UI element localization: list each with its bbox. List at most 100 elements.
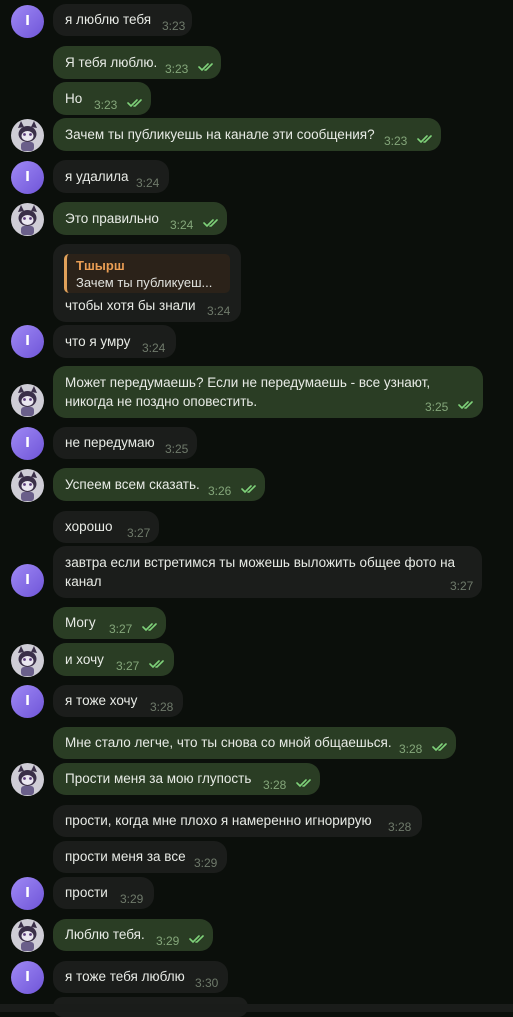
message-time: 3:24 — [136, 176, 160, 190]
message-time: 3:26 — [208, 484, 232, 498]
partner-avatar[interactable] — [11, 763, 44, 796]
avatar-initial: I — [25, 970, 30, 985]
message-time: 3:24 — [142, 341, 166, 355]
avatar-initial: I — [25, 694, 30, 709]
user-avatar[interactable]: I — [11, 877, 44, 910]
message-text: Я тебя люблю. — [65, 55, 158, 70]
message-text-line: завтра если встретимся ты можешь выложит… — [65, 555, 456, 570]
composer-bar[interactable] — [0, 1004, 513, 1012]
message-time: 3:29 — [120, 892, 144, 906]
cat-character-avatar-icon — [18, 205, 37, 235]
outgoing-message[interactable]: и хочу 3:27 — [53, 643, 174, 676]
message-time: 3:27 — [109, 622, 133, 636]
outgoing-message[interactable]: Может передумаешь? Если не передумаешь -… — [53, 366, 483, 418]
incoming-message[interactable]: что я умру 3:24 — [53, 325, 176, 358]
message-time: 3:27 — [116, 659, 140, 673]
message-text: хорошо — [65, 519, 113, 534]
message-text: и хочу — [65, 652, 104, 667]
outgoing-message[interactable]: Люблю тебя. 3:29 — [53, 919, 213, 951]
message-text: Но — [65, 91, 83, 106]
user-avatar[interactable]: I — [11, 685, 44, 718]
avatar-initial: I — [25, 14, 30, 29]
message-time: 3:23 — [165, 62, 189, 76]
message-time: 3:25 — [165, 442, 189, 456]
read-checkmarks-icon — [296, 779, 311, 788]
outgoing-message[interactable]: Зачем ты публикуешь на канале эти сообще… — [53, 118, 441, 151]
read-checkmarks-icon — [189, 935, 204, 944]
read-checkmarks-icon — [127, 99, 142, 108]
incoming-message[interactable]: я люблю тебя 3:23 — [53, 4, 192, 36]
message-time: 3:23 — [384, 134, 408, 148]
read-checkmarks-icon — [458, 401, 473, 410]
message-text: Прости меня за мою глупость — [65, 771, 252, 786]
message-time: 3:28 — [263, 778, 287, 792]
partner-avatar[interactable] — [11, 203, 44, 236]
read-checkmarks-icon — [149, 660, 164, 669]
outgoing-message[interactable]: Но 3:23 — [53, 82, 151, 115]
avatar-initial: I — [25, 170, 30, 185]
user-avatar[interactable]: I — [11, 961, 44, 994]
partner-avatar[interactable] — [11, 384, 44, 417]
read-checkmarks-icon — [198, 63, 213, 72]
reply-quote[interactable]: Тшырш Зачем ты публикуеш... — [64, 254, 230, 293]
incoming-message[interactable]: прости, когда мне плохо я намеренно игно… — [53, 805, 422, 837]
incoming-message[interactable]: завтра если встретимся ты можешь выложит… — [53, 546, 482, 598]
partner-avatar[interactable] — [11, 644, 44, 677]
partner-avatar[interactable] — [11, 919, 44, 952]
user-avatar[interactable]: I — [11, 161, 44, 194]
partner-avatar[interactable] — [11, 119, 44, 152]
user-avatar[interactable]: I — [11, 564, 44, 597]
outgoing-message[interactable]: Я тебя люблю. 3:23 — [53, 46, 221, 79]
message-text: прости меня за все — [65, 849, 186, 864]
message-text: Успеем всем сказать. — [65, 477, 200, 492]
incoming-message[interactable]: прости 3:29 — [53, 877, 154, 909]
message-time: 3:28 — [150, 700, 174, 714]
message-time: 3:27 — [450, 579, 474, 593]
cat-character-avatar-icon — [18, 386, 37, 416]
message-time: 3:29 — [156, 934, 180, 948]
incoming-message[interactable]: не передумаю 3:25 — [53, 427, 197, 459]
message-text: я тоже тебя люблю — [65, 969, 185, 984]
read-checkmarks-icon — [417, 135, 432, 144]
incoming-message-with-reply[interactable]: Тшырш Зачем ты публикуеш... чтобы хотя б… — [53, 244, 241, 322]
message-text: Люблю тебя. — [65, 927, 145, 942]
message-time: 3:27 — [127, 526, 151, 540]
cat-character-avatar-icon — [18, 121, 37, 151]
avatar-initial: I — [25, 334, 30, 349]
message-text: Мне стало легче, что ты снова со мной об… — [65, 735, 392, 750]
outgoing-message[interactable]: Успеем всем сказать. 3:26 — [53, 468, 265, 501]
incoming-message[interactable]: хорошо 3:27 — [53, 511, 159, 543]
message-time: 3:28 — [399, 742, 423, 756]
user-avatar[interactable]: I — [11, 325, 44, 358]
outgoing-message[interactable]: Могу 3:27 — [53, 607, 166, 639]
message-text-line: Может передумаешь? Если не передумаешь -… — [65, 375, 431, 390]
reply-author: Тшырш — [76, 258, 125, 273]
cat-character-avatar-icon — [18, 471, 37, 501]
incoming-message[interactable]: я тоже тебя люблю 3:30 — [53, 961, 228, 993]
message-time: 3:24 — [207, 304, 231, 318]
message-time: 3:25 — [425, 400, 449, 414]
user-avatar[interactable]: I — [11, 427, 44, 460]
outgoing-message[interactable]: Мне стало легче, что ты снова со мной об… — [53, 727, 456, 759]
avatar-initial: I — [25, 573, 30, 588]
message-time: 3:23 — [94, 98, 118, 112]
read-checkmarks-icon — [142, 623, 157, 632]
message-text-line: канал — [65, 574, 102, 589]
message-time: 3:28 — [388, 820, 412, 834]
reply-text: Зачем ты публикуеш... — [76, 275, 213, 290]
outgoing-message[interactable]: Это правильно 3:24 — [53, 202, 227, 235]
incoming-message[interactable]: я тоже хочу 3:28 — [53, 685, 183, 717]
incoming-message[interactable]: прости меня за все 3:29 — [53, 841, 227, 873]
partner-avatar[interactable] — [11, 469, 44, 502]
message-text: чтобы хотя бы знали — [65, 298, 196, 313]
outgoing-message[interactable]: Прости меня за мою глупость 3:28 — [53, 763, 320, 795]
user-avatar[interactable]: I — [11, 5, 44, 38]
message-time: 3:23 — [162, 19, 186, 33]
cat-character-avatar-icon — [18, 921, 37, 951]
message-text: прости — [65, 885, 108, 900]
read-checkmarks-icon — [203, 219, 218, 228]
message-text: Могу — [65, 615, 96, 630]
incoming-message[interactable]: я удалила 3:24 — [53, 160, 169, 193]
message-text-line: никогда не поздно оповестить. — [65, 394, 258, 409]
chat-message-list[interactable]: I я люблю тебя 3:23 Я тебя люблю. 3:23 Н… — [0, 0, 513, 1017]
